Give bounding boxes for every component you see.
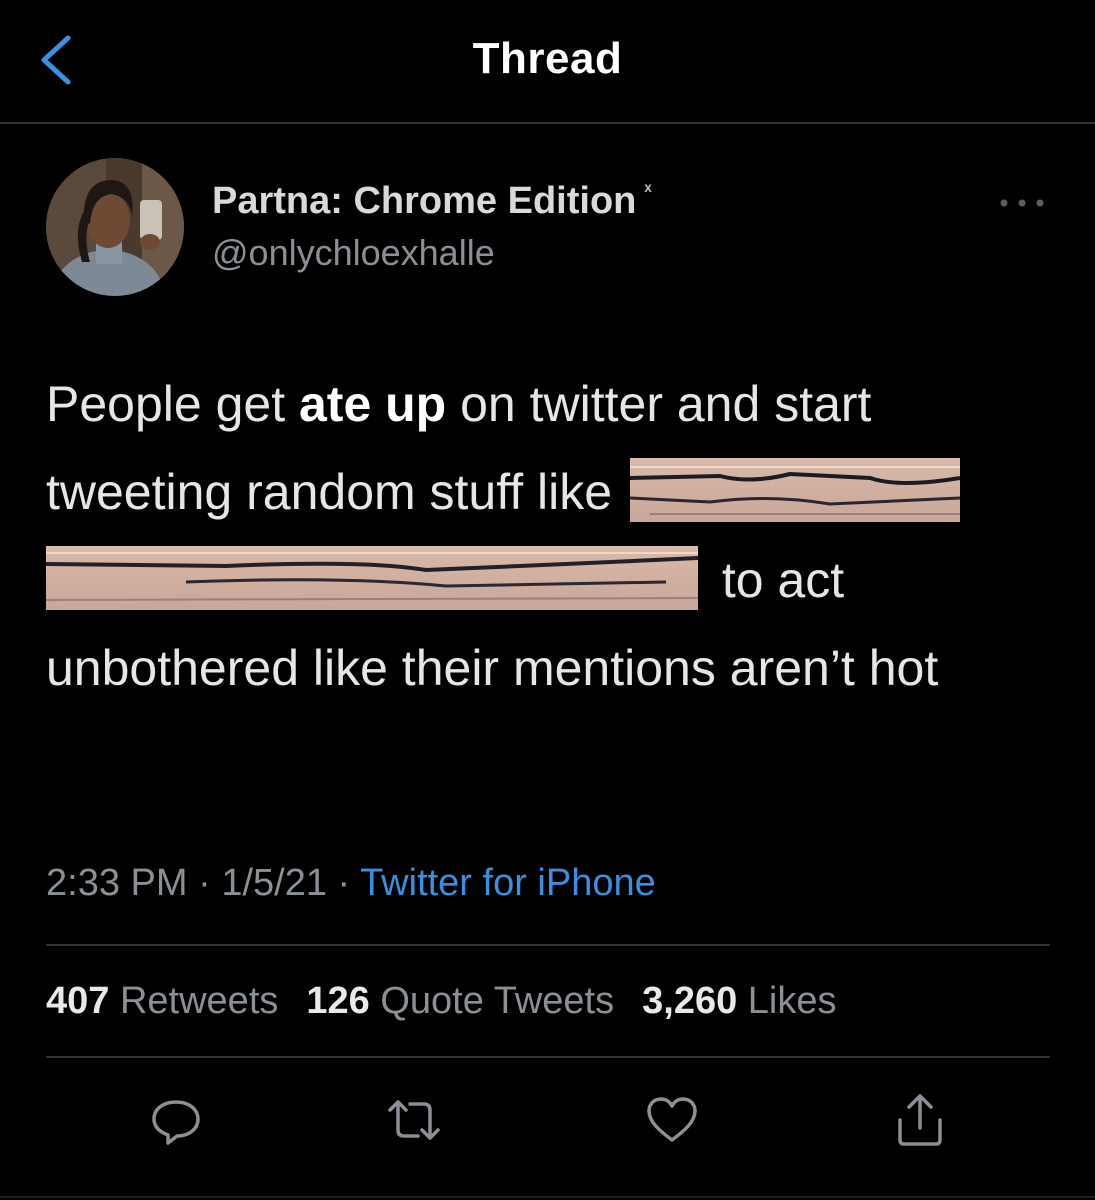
name-suffix: ˣ: [644, 180, 652, 202]
tweet-source-link[interactable]: Twitter for iPhone: [360, 862, 656, 904]
meta-separator: ·: [187, 862, 222, 904]
reply-icon: [152, 1100, 200, 1145]
redaction-bar: [629, 457, 960, 522]
share-button[interactable]: [890, 1090, 950, 1150]
user-handle[interactable]: @onlychloexhalle: [212, 232, 495, 274]
share-icon: [898, 1094, 942, 1146]
likes-stat[interactable]: 3,260 Likes: [642, 980, 836, 1022]
bottom-divider: [0, 1196, 1095, 1198]
meta-separator: ·: [326, 862, 361, 904]
quotes-stat[interactable]: 126 Quote Tweets: [306, 980, 614, 1022]
reply-button[interactable]: [146, 1090, 206, 1150]
like-icon: [647, 1097, 697, 1142]
likes-count: 3,260: [642, 980, 738, 1022]
retweet-icon: [388, 1100, 440, 1140]
divider: [46, 944, 1050, 946]
action-bar: [0, 1090, 1095, 1154]
retweets-stat[interactable]: 407 Retweets: [46, 980, 278, 1022]
header-bar: Thread: [0, 0, 1095, 124]
more-options-button[interactable]: [992, 188, 1052, 218]
display-name[interactable]: Partna: Chrome Edition ˣ: [212, 180, 652, 223]
like-button[interactable]: [642, 1090, 702, 1150]
retweets-count: 407: [46, 980, 110, 1022]
display-name-text: Partna: Chrome Edition: [212, 180, 637, 222]
tweet-date: 1/5/21: [221, 862, 327, 904]
tweet-text-part-1: People get: [46, 376, 299, 432]
retweets-label: Retweets: [119, 980, 279, 1022]
more-horizontal-icon: [1000, 199, 1044, 207]
retweet-button[interactable]: [384, 1090, 444, 1150]
likes-label: Likes: [747, 980, 837, 1022]
redaction-bar: [46, 545, 698, 610]
tweet-text-bold: ate up: [298, 376, 447, 432]
tweet-text: People get ate up on twitter and start t…: [46, 360, 1066, 712]
divider: [46, 1056, 1050, 1058]
quotes-label: Quote Tweets: [380, 980, 615, 1022]
avatar[interactable]: [46, 158, 184, 296]
page-title: Thread: [472, 34, 623, 83]
tweet-time: 2:33 PM: [46, 862, 188, 904]
tweet-meta: 2:33 PM · 1/5/21 · Twitter for iPhone: [46, 862, 656, 905]
quotes-count: 126: [306, 980, 370, 1022]
tweet-stats: 407 Retweets 126 Quote Tweets 3,260 Likes: [46, 980, 865, 1023]
